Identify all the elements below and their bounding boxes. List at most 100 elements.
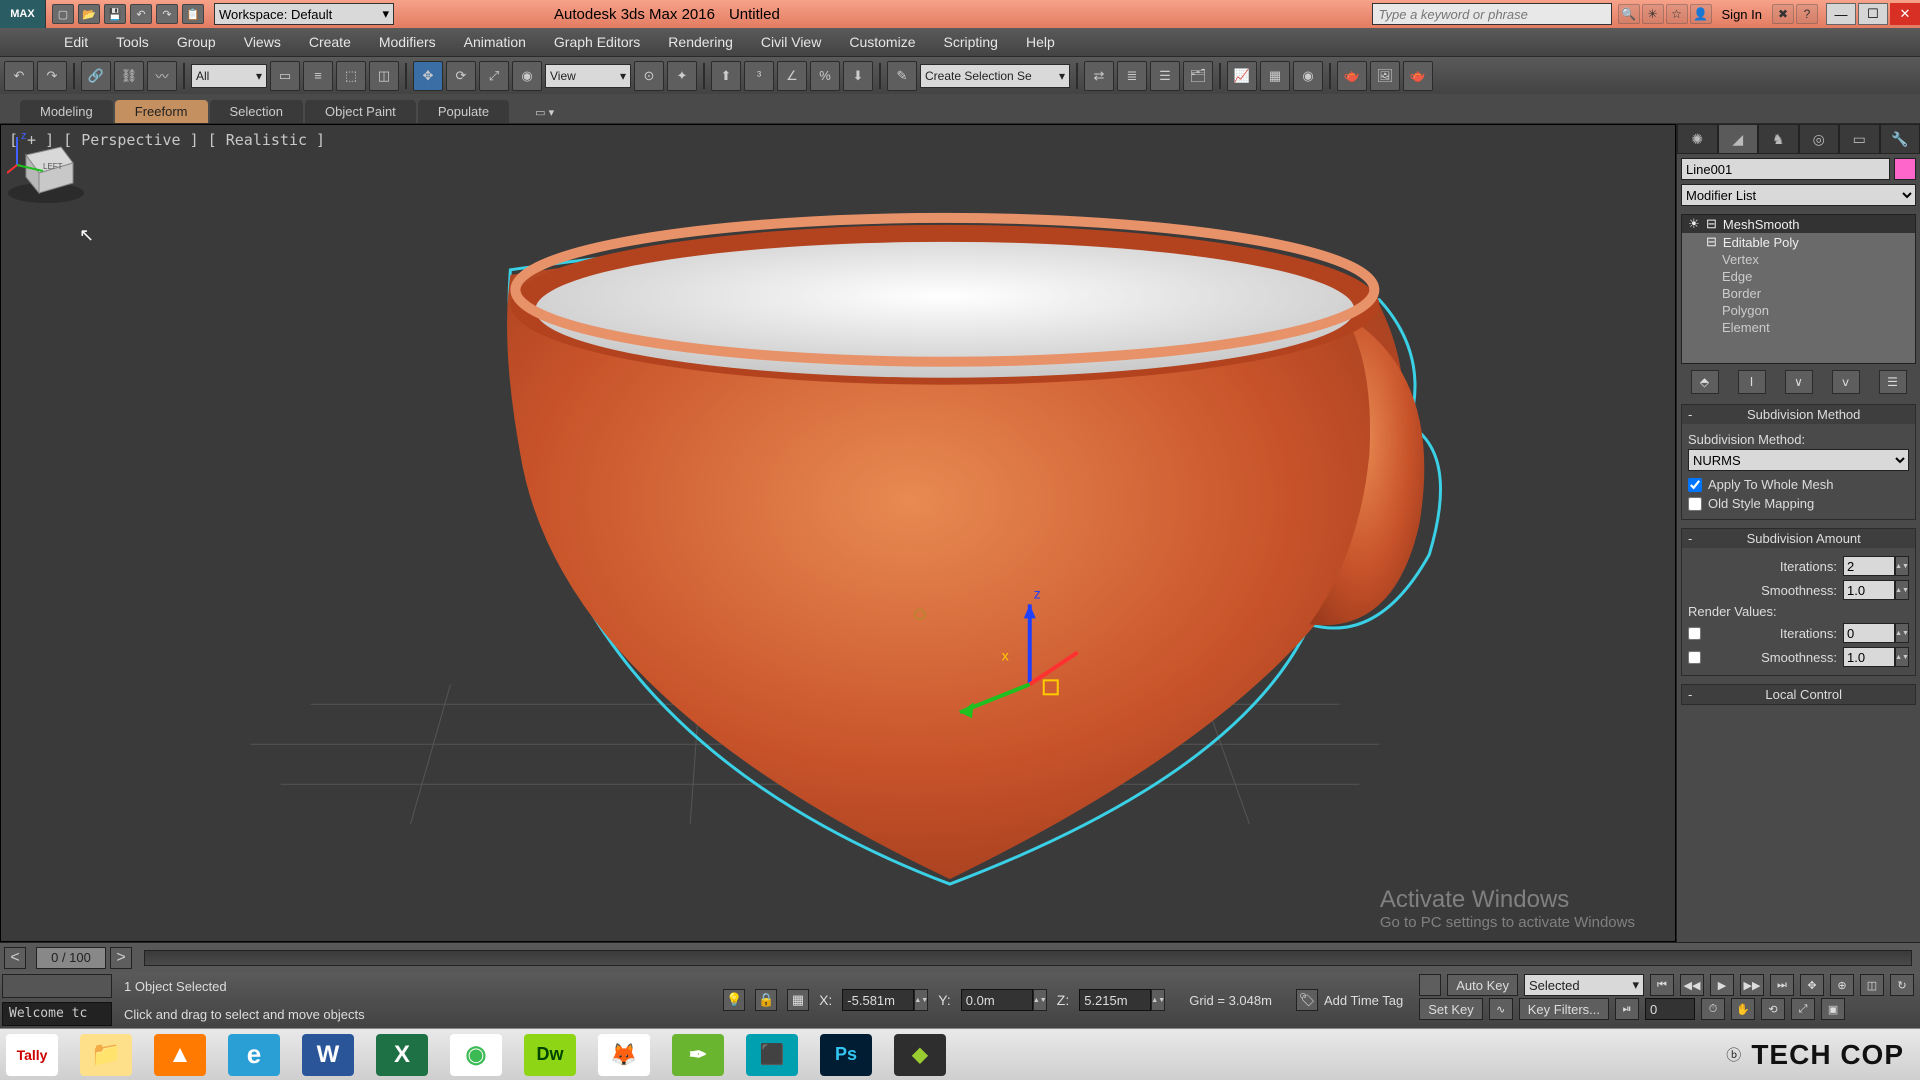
time-slider[interactable]: < 0 / 100 > <box>0 942 1920 972</box>
key-filters-icon[interactable]: ∿ <box>1489 998 1513 1020</box>
panel-tab-hierarchy[interactable]: ♞ <box>1758 124 1799 154</box>
select-object-icon[interactable]: ▭ <box>270 61 300 91</box>
spinner-icon[interactable]: ▲▼ <box>914 989 928 1011</box>
search-icon[interactable]: 🔍 <box>1618 4 1640 24</box>
spinner-icon[interactable]: ▲▼ <box>1895 556 1909 576</box>
taskbar-app-chrome[interactable]: ◉ <box>450 1034 502 1076</box>
favorite-icon[interactable]: ☆ <box>1666 4 1688 24</box>
snap-toggle-icon[interactable]: ⬆ <box>711 61 741 91</box>
minimize-button[interactable]: — <box>1826 3 1856 25</box>
search-input[interactable]: Type a keyword or phrase <box>1372 3 1612 25</box>
menu-edit[interactable]: Edit <box>50 28 102 56</box>
time-config-icon[interactable]: ⏱ <box>1701 998 1725 1020</box>
menu-customize[interactable]: Customize <box>835 28 929 56</box>
schematic-icon[interactable]: ▦ <box>1260 61 1290 91</box>
vp-nav-4-icon[interactable]: ↻ <box>1890 974 1914 996</box>
spinner-icon[interactable]: ▲▼ <box>1033 989 1047 1011</box>
unlink-icon[interactable]: ⛓ <box>114 61 144 91</box>
selection-filter[interactable]: All▾ <box>191 64 267 88</box>
vp-nav-3-icon[interactable]: ◫ <box>1860 974 1884 996</box>
taskbar-app-dreamweaver[interactable]: Dw <box>524 1034 576 1076</box>
mirror-icon[interactable]: ⇄ <box>1084 61 1114 91</box>
placement-icon[interactable]: ◉ <box>512 61 542 91</box>
move-icon[interactable]: ✥ <box>413 61 443 91</box>
menu-rendering[interactable]: Rendering <box>654 28 747 56</box>
vp-nav-8-icon[interactable]: ▣ <box>1821 998 1845 1020</box>
play-icon[interactable]: ▶ <box>1710 974 1734 996</box>
vp-nav-2-icon[interactable]: ⊕ <box>1830 974 1854 996</box>
old-style-mapping-checkbox[interactable] <box>1688 497 1702 511</box>
timeline-next-icon[interactable]: > <box>110 947 132 969</box>
render-iterations-field[interactable] <box>1843 623 1895 643</box>
sign-in-link[interactable]: Sign In <box>1714 7 1770 22</box>
taskbar-app-word[interactable]: W <box>302 1034 354 1076</box>
tab-populate[interactable]: Populate <box>418 100 509 123</box>
tab-modeling[interactable]: Modeling <box>20 100 113 123</box>
ref-coord-system[interactable]: View▾ <box>545 64 631 88</box>
layers-icon[interactable]: ☰ <box>1150 61 1180 91</box>
next-frame-icon[interactable]: ▶▶ <box>1740 974 1764 996</box>
link-icon[interactable]: 🔗 <box>81 61 111 91</box>
window-crossing-icon[interactable]: ◫ <box>369 61 399 91</box>
taskbar-app-firefox[interactable]: 🦊 <box>598 1034 650 1076</box>
panel-tab-modify[interactable]: ◢ <box>1718 124 1759 154</box>
spinner-icon[interactable]: ▲▼ <box>1151 989 1165 1011</box>
stack-editablepoly[interactable]: Editable Poly <box>1723 235 1799 250</box>
undo-button[interactable]: ↶ <box>4 61 34 91</box>
named-sets-icon[interactable]: ✎ <box>887 61 917 91</box>
taskbar-app-photoshop[interactable]: Ps <box>820 1034 872 1076</box>
redo-button[interactable]: ↷ <box>37 61 67 91</box>
spinner-icon[interactable]: ▲▼ <box>1895 623 1909 643</box>
percent-snap-icon[interactable]: ∠ <box>777 61 807 91</box>
modifier-list-dropdown[interactable]: Modifier List <box>1681 184 1916 206</box>
vp-nav-5-icon[interactable]: ✋ <box>1731 998 1755 1020</box>
x-coord-field[interactable] <box>842 989 914 1011</box>
angle-snap-icon[interactable]: ³ <box>744 61 774 91</box>
align-icon[interactable]: ≣ <box>1117 61 1147 91</box>
panel-tab-display[interactable]: ▭ <box>1839 124 1880 154</box>
vp-nav-6-icon[interactable]: ⟲ <box>1761 998 1785 1020</box>
frame-indicator[interactable]: 0 / 100 <box>36 947 106 969</box>
maxscript-listener[interactable]: Welcome tc <box>2 1002 112 1026</box>
panel-tab-utilities[interactable]: 🔧 <box>1880 124 1920 154</box>
modifier-stack[interactable]: ☀⊟MeshSmooth ⊟Editable Poly Vertex Edge … <box>1681 214 1916 364</box>
taskbar-app-vlc[interactable]: ▲ <box>154 1034 206 1076</box>
workspace-selector[interactable]: Workspace: Default ▾ <box>214 3 394 25</box>
rotate-icon[interactable]: ⟳ <box>446 61 476 91</box>
menu-modifiers[interactable]: Modifiers <box>365 28 450 56</box>
spinner-icon[interactable]: ▲▼ <box>1895 647 1909 667</box>
layer-explorer-icon[interactable]: 🗂 <box>1183 61 1213 91</box>
menu-grapheditors[interactable]: Graph Editors <box>540 28 654 56</box>
stack-border[interactable]: Border <box>1682 285 1915 302</box>
stack-polygon[interactable]: Polygon <box>1682 302 1915 319</box>
menu-civilview[interactable]: Civil View <box>747 28 835 56</box>
project-icon[interactable]: 📋 <box>182 4 204 24</box>
select-region-icon[interactable]: ⬚ <box>336 61 366 91</box>
user-icon[interactable]: 👤 <box>1690 4 1712 24</box>
new-icon[interactable]: ▢ <box>52 4 74 24</box>
taskbar-app-ie[interactable]: e <box>228 1034 280 1076</box>
stack-element[interactable]: Element <box>1682 319 1915 336</box>
taskbar-app-corel[interactable]: ✒ <box>672 1034 724 1076</box>
goto-start-icon[interactable]: ⏮ <box>1650 974 1674 996</box>
maximize-button[interactable]: ☐ <box>1858 3 1888 25</box>
render-setup-icon[interactable]: 🫖 <box>1337 61 1367 91</box>
menu-animation[interactable]: Animation <box>450 28 540 56</box>
tab-selection[interactable]: Selection <box>210 100 303 123</box>
taskbar-app-tally[interactable]: Tally <box>6 1034 58 1076</box>
stack-edge[interactable]: Edge <box>1682 268 1915 285</box>
make-unique-icon[interactable]: ∨ <box>1785 370 1813 394</box>
undo-icon[interactable]: ↶ <box>130 4 152 24</box>
ribbon-menu-icon[interactable]: ▭ ▾ <box>521 102 568 123</box>
panel-tab-create[interactable]: ✺ <box>1677 124 1718 154</box>
timeline-prev-icon[interactable]: < <box>4 947 26 969</box>
render-frame-icon[interactable]: 🖼 <box>1370 61 1400 91</box>
object-color-swatch[interactable] <box>1894 158 1916 180</box>
timeline-track[interactable] <box>144 950 1912 966</box>
current-frame-field[interactable] <box>1645 998 1695 1020</box>
menu-help[interactable]: Help <box>1012 28 1069 56</box>
apply-whole-mesh-checkbox[interactable] <box>1688 478 1702 492</box>
key-filters-button[interactable]: Key Filters... <box>1519 998 1609 1020</box>
bind-icon[interactable]: 〰 <box>147 61 177 91</box>
render-smooth-checkbox[interactable] <box>1688 651 1701 664</box>
